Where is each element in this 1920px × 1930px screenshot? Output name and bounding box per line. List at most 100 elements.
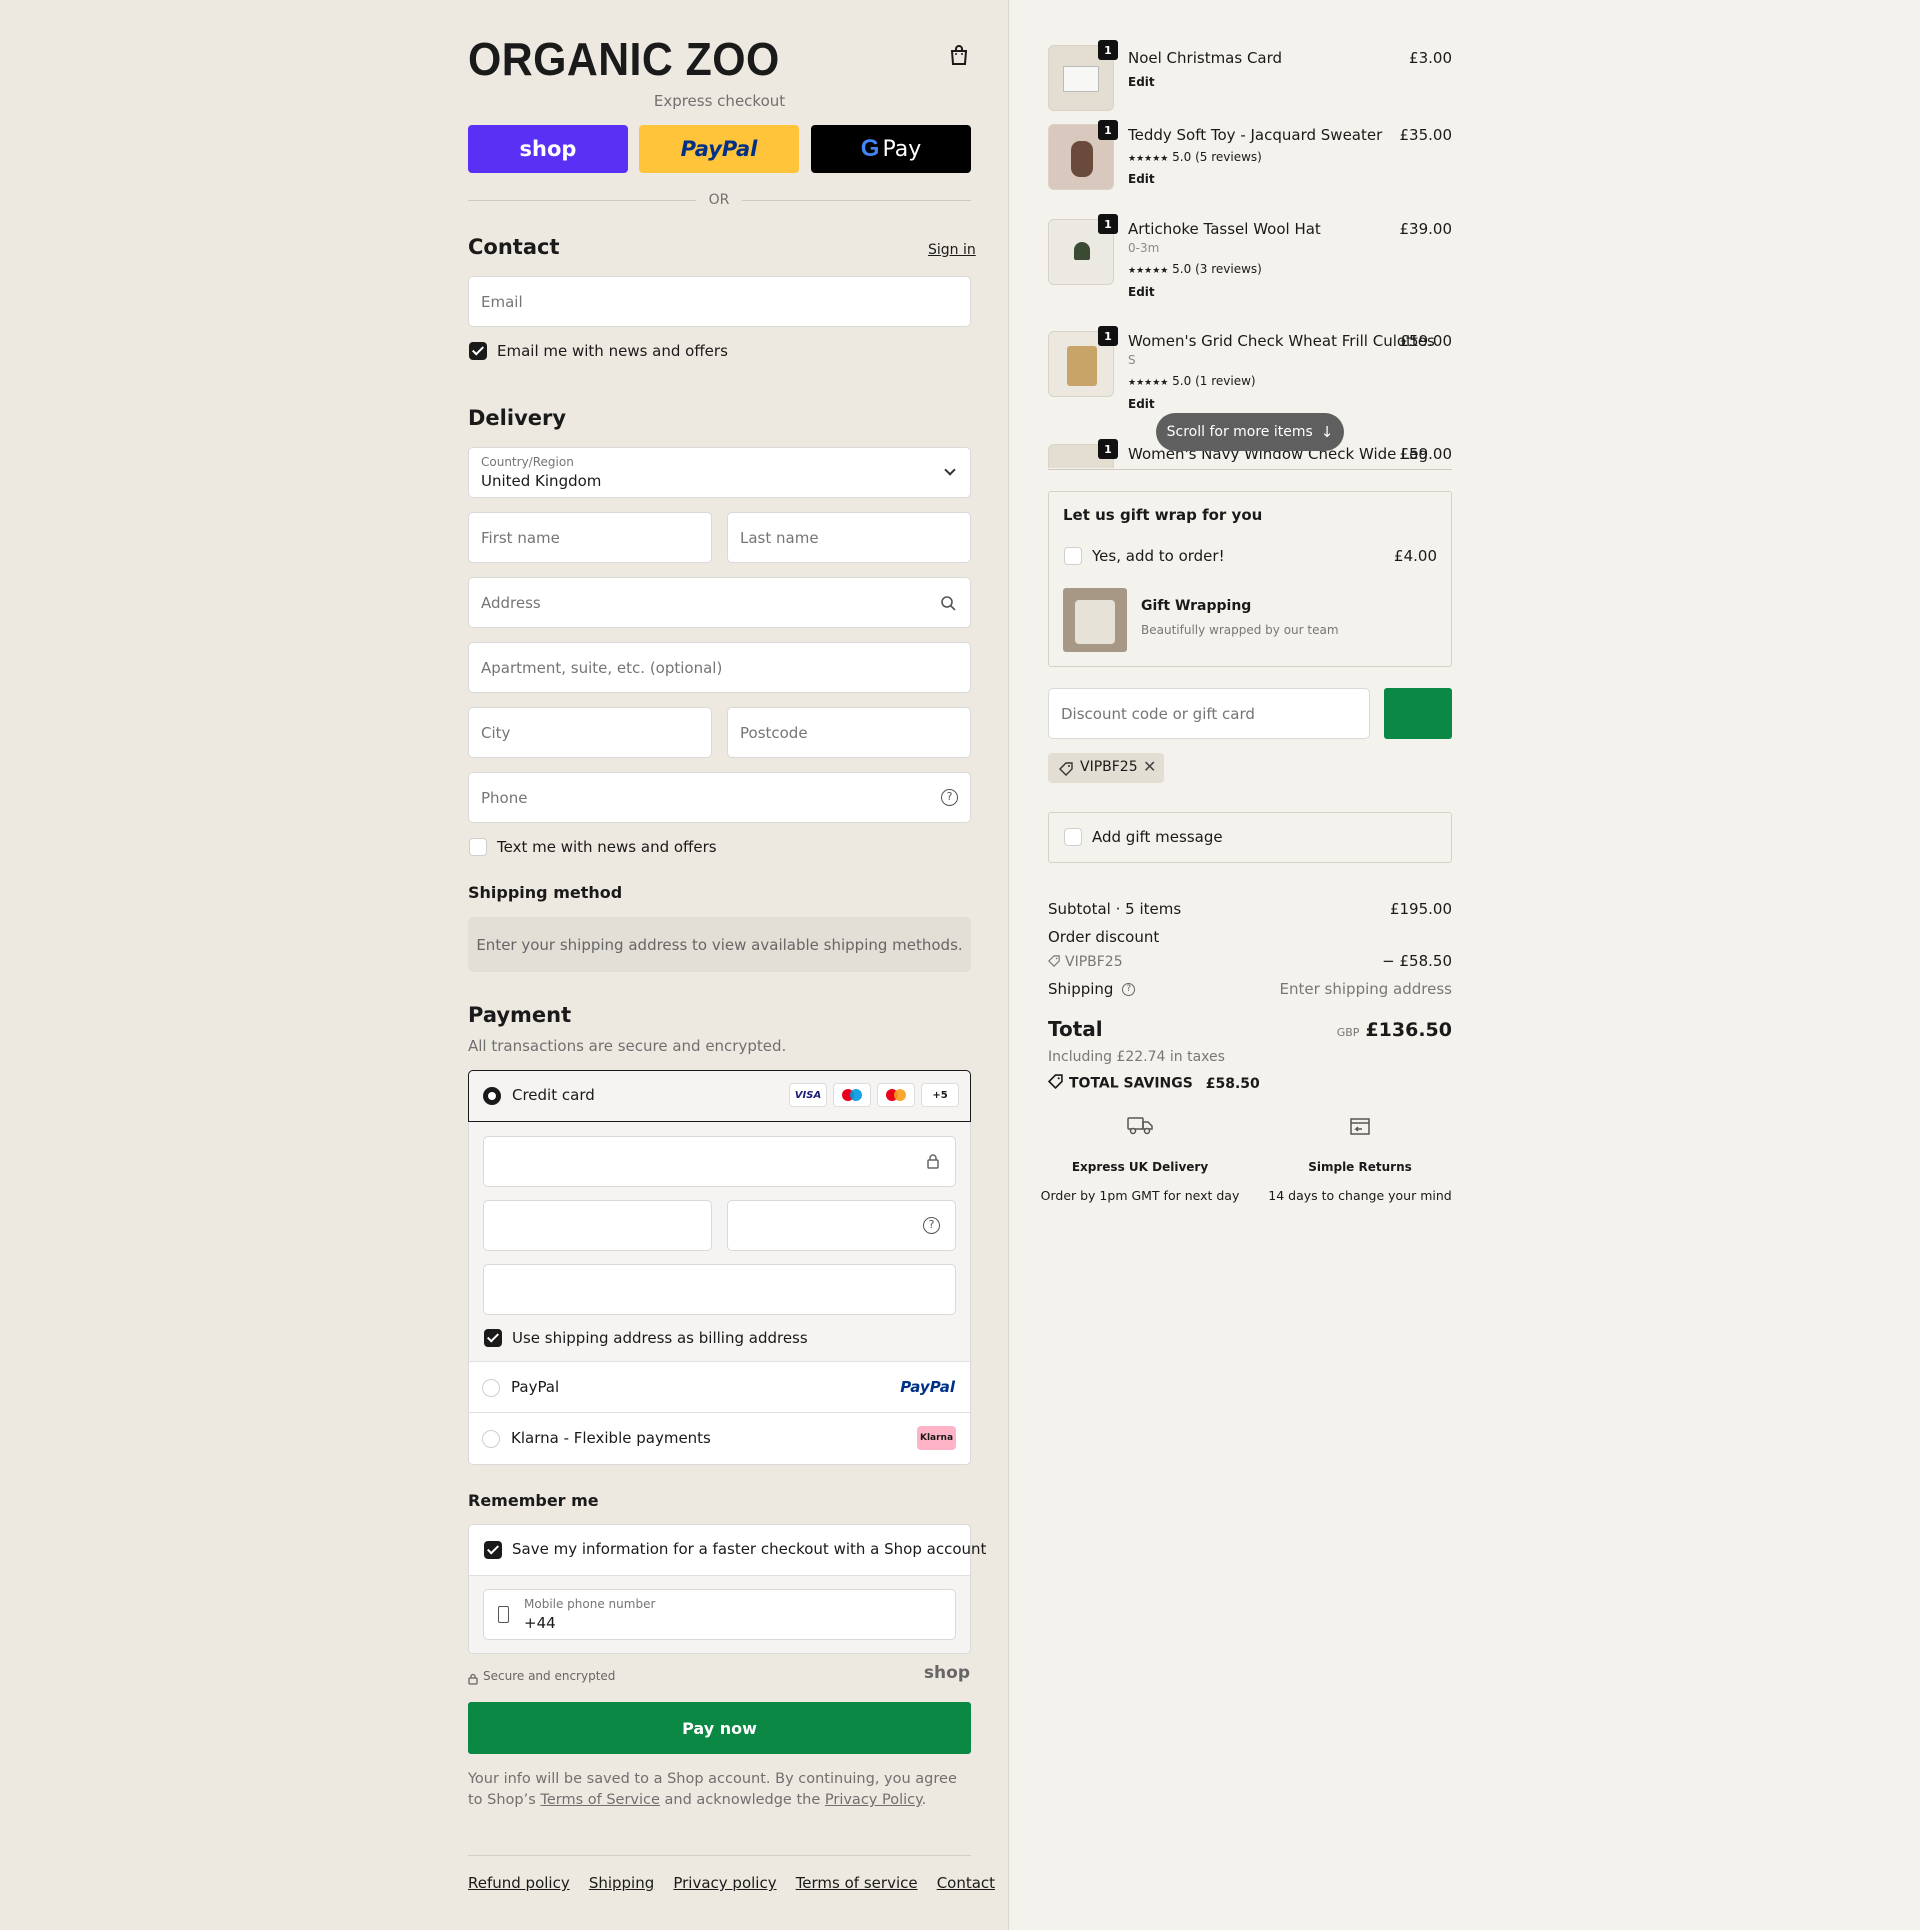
shipping-method-title: Shipping method	[468, 883, 623, 902]
payment-subtitle: All transactions are secure and encrypte…	[468, 1037, 787, 1055]
mobile-phone-label: Mobile phone number	[524, 1597, 656, 1611]
quantity-badge: 1	[1098, 439, 1118, 459]
city-field[interactable]: City	[468, 707, 712, 758]
total-value: £136.50	[1365, 1019, 1452, 1041]
rating-text: 5.0 (5 reviews)	[1172, 150, 1262, 164]
stars-icon: ★★★★★	[1128, 378, 1169, 388]
shop-pay-label: shop	[519, 137, 577, 161]
chevron-down-icon	[944, 464, 956, 476]
perk-title: Express UK Delivery	[1071, 1160, 1209, 1174]
terms-of-service-footer-link[interactable]: Terms of service	[796, 1874, 918, 1892]
card-number-field[interactable]	[483, 1136, 956, 1187]
item-name: Noel Christmas Card	[1128, 49, 1283, 67]
pay-now-button[interactable]: Pay now	[468, 1702, 971, 1754]
paypal-option[interactable]: PayPal PayPal	[469, 1363, 970, 1413]
item-price: £35.00	[1399, 126, 1453, 144]
klarna-radio[interactable]	[482, 1430, 500, 1448]
applied-discount-tag[interactable]: VIPBF25 ✕	[1048, 753, 1164, 783]
postcode-field[interactable]: Postcode	[727, 707, 971, 758]
quantity-badge: 1	[1098, 120, 1118, 140]
mobile-phone-value: +44	[524, 1614, 556, 1632]
card-name-field[interactable]	[483, 1264, 956, 1315]
terms-of-service-link[interactable]: Terms of Service	[540, 1792, 659, 1808]
item-price: £59.00	[1399, 332, 1453, 350]
card-expiry-field[interactable]	[483, 1200, 712, 1251]
item-name: Teddy Soft Toy - Jacquard Sweater	[1128, 126, 1383, 144]
gift-wrap-title: Let us gift wrap for you	[1063, 506, 1263, 524]
legal-text-3: .	[921, 1792, 927, 1808]
scroll-more-pill[interactable]: Scroll for more items ↓	[1156, 413, 1344, 451]
refund-policy-link[interactable]: Refund policy	[468, 1874, 570, 1892]
first-name-field[interactable]: First name	[468, 512, 712, 563]
card-cvv-field[interactable]: ?	[727, 1200, 956, 1251]
klarna-logo: Klarna	[917, 1426, 956, 1450]
total-label: Total	[1048, 1017, 1103, 1041]
country-select[interactable]: Country/Region United Kingdom	[468, 447, 971, 498]
discount-code-field[interactable]: Discount code or gift card	[1048, 688, 1370, 739]
contact-link[interactable]: Contact	[937, 1874, 995, 1892]
gift-wrap-add-label: Yes, add to order!	[1092, 547, 1225, 565]
sign-in-link[interactable]: Sign in	[928, 242, 976, 258]
currency-code: GBP	[1336, 1026, 1360, 1039]
gift-message-label: Add gift message	[1092, 828, 1223, 846]
cart-bag-icon[interactable]	[948, 44, 970, 66]
store-logo[interactable]: ORGANIC ZOO	[468, 32, 780, 86]
email-news-checkbox[interactable]	[469, 342, 487, 360]
apply-discount-button[interactable]	[1384, 688, 1452, 739]
quantity-badge: 1	[1098, 40, 1118, 60]
item-price: £39.00	[1399, 220, 1453, 238]
credit-card-option[interactable]: Credit card VISA +5	[468, 1070, 971, 1122]
text-news-checkbox[interactable]	[469, 838, 487, 856]
search-icon	[940, 595, 956, 615]
more-cards-badge: +5	[921, 1083, 959, 1107]
email-field[interactable]: Email	[468, 276, 971, 327]
gift-wrap-checkbox[interactable]	[1064, 547, 1082, 565]
apartment-placeholder: Apartment, suite, etc. (optional)	[481, 659, 723, 677]
credit-card-radio[interactable]	[483, 1087, 501, 1105]
klarna-option[interactable]: Klarna - Flexible payments Klarna	[469, 1414, 970, 1464]
gift-message-checkbox[interactable]	[1064, 828, 1082, 846]
shipping-value: Enter shipping address	[1279, 980, 1452, 998]
scroll-more-label: Scroll for more items	[1166, 424, 1313, 440]
edit-item-link[interactable]: Edit	[1128, 172, 1155, 186]
paypal-express-button[interactable]: PayPal	[639, 125, 799, 173]
shipping-method-notice-text: Enter your shipping address to view avai…	[476, 935, 963, 954]
express-checkout-label: Express checkout	[653, 92, 786, 110]
edit-item-link[interactable]: Edit	[1128, 397, 1155, 411]
mobile-phone-icon	[498, 1606, 509, 1623]
mobile-phone-field[interactable]: Mobile phone number +44	[483, 1589, 956, 1640]
phone-field[interactable]: Phone ?	[468, 772, 971, 823]
cvv-help-icon[interactable]: ?	[923, 1217, 940, 1234]
remove-discount-icon[interactable]: ✕	[1143, 757, 1156, 776]
subtotal-label: Subtotal · 5 items	[1048, 900, 1182, 918]
order-discount-row: Order discount	[1048, 928, 1452, 946]
privacy-policy-link[interactable]: Privacy Policy	[825, 1792, 922, 1808]
shop-pay-button[interactable]: shop	[468, 125, 628, 173]
privacy-policy-footer-link[interactable]: Privacy policy	[673, 1874, 776, 1892]
secure-label: Secure and encrypted	[483, 1669, 616, 1683]
klarna-option-label: Klarna - Flexible payments	[511, 1429, 711, 1447]
billing-address-label: Use shipping address as billing address	[512, 1329, 808, 1347]
save-info-label: Save my information for a faster checkou…	[512, 1540, 987, 1558]
last-name-field[interactable]: Last name	[727, 512, 971, 563]
stars-icon: ★★★★★	[1128, 266, 1169, 276]
billing-address-checkbox[interactable]	[484, 1329, 502, 1347]
savings-tag-icon	[1047, 1074, 1063, 1093]
shipping-row: Shipping ? Enter shipping address	[1048, 980, 1452, 998]
apartment-field[interactable]: Apartment, suite, etc. (optional)	[468, 642, 971, 693]
or-divider-left	[468, 200, 696, 201]
discount-code-row: VIPBF25 − £58.50	[1048, 952, 1452, 971]
save-info-checkbox[interactable]	[484, 1541, 502, 1559]
help-icon[interactable]: ?	[941, 789, 958, 806]
returns-box-icon	[1348, 1114, 1372, 1142]
paypal-radio[interactable]	[482, 1379, 500, 1397]
subtotal-row: Subtotal · 5 items £195.00	[1048, 900, 1452, 918]
google-pay-button[interactable]: G Pay	[811, 125, 971, 173]
country-label: Country/Region	[481, 455, 574, 469]
edit-item-link[interactable]: Edit	[1128, 75, 1155, 89]
address-field[interactable]: Address	[468, 577, 971, 628]
shipping-help-icon[interactable]: ?	[1122, 983, 1136, 996]
quantity-badge: 1	[1098, 214, 1118, 234]
edit-item-link[interactable]: Edit	[1128, 285, 1155, 299]
shipping-link[interactable]: Shipping	[589, 1874, 654, 1892]
